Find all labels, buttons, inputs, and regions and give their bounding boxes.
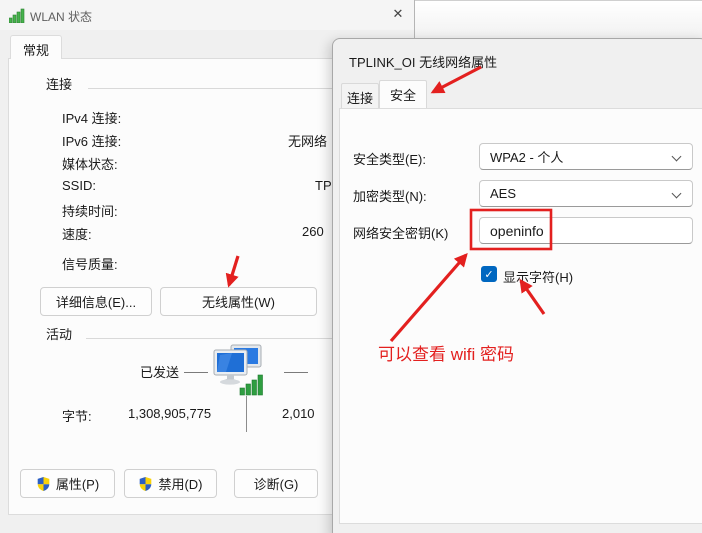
bytes-received-value: 2,010 <box>282 406 315 421</box>
properties-button[interactable]: 属性(P) <box>20 469 115 498</box>
encryption-type-label: 加密类型(N): <box>353 186 427 205</box>
activity-column-divider <box>246 396 247 432</box>
row-media-state-label: 媒体状态: <box>62 154 118 173</box>
background-window <box>415 0 702 40</box>
tab-general[interactable]: 常规 <box>10 35 62 59</box>
row-ipv4-label: IPv4 连接: <box>62 108 121 127</box>
wifi-signal-icon <box>9 8 25 26</box>
row-speed-label: 速度: <box>62 224 92 243</box>
wireless-properties-button[interactable]: 无线属性(W) <box>160 287 317 316</box>
checkmark-icon: ✓ <box>484 268 493 281</box>
show-characters-checkbox[interactable]: ✓ <box>481 266 497 282</box>
close-icon[interactable]: ✕ <box>382 2 414 26</box>
sent-label: 已发送 <box>140 362 179 381</box>
properties-button-label: 属性(P) <box>56 474 99 493</box>
row-duration-label: 持续时间: <box>62 201 118 220</box>
network-computers-icon <box>206 344 266 401</box>
security-type-select[interactable]: WPA2 - 个人 <box>479 143 693 170</box>
network-key-input[interactable] <box>479 217 693 244</box>
sent-dash-left <box>184 372 208 373</box>
disable-button-label: 禁用(D) <box>158 474 202 493</box>
security-tab-panel <box>339 108 702 524</box>
wireless-properties-dialog: TPLINK_OI 无线网络属性 连接 安全 安全类型(E): WPA2 - 个… <box>332 38 702 533</box>
security-type-value: WPA2 - 个人 <box>490 147 563 166</box>
row-signal-quality-label: 信号质量: <box>62 254 118 273</box>
encryption-type-select[interactable]: AES <box>479 180 693 207</box>
tab-connection[interactable]: 连接 <box>341 83 379 108</box>
group-activity-label: 活动 <box>46 324 72 343</box>
group-connection-label: 连接 <box>46 74 72 93</box>
wlan-titlebar[interactable]: WLAN 状态 ✕ <box>0 0 414 30</box>
received-dash-left <box>284 372 308 373</box>
details-button[interactable]: 详细信息(E)... <box>40 287 152 316</box>
network-key-label: 网络安全密钥(K) <box>353 223 448 242</box>
chevron-down-icon <box>672 189 682 199</box>
bytes-sent-value: 1,308,905,775 <box>128 406 211 421</box>
uac-shield-icon <box>138 476 153 492</box>
uac-shield-icon <box>36 476 51 492</box>
row-ssid-label: SSID: <box>62 178 96 193</box>
chevron-down-icon <box>672 152 682 162</box>
tab-security[interactable]: 安全 <box>379 80 427 108</box>
row-ipv6-label: IPv6 连接: <box>62 131 121 150</box>
row-speed-value: 260 <box>302 224 324 239</box>
row-ssid-value: TP <box>315 178 332 193</box>
security-type-label: 安全类型(E): <box>353 149 426 168</box>
wlan-dialog-title: WLAN 状态 <box>30 8 92 25</box>
encryption-type-value: AES <box>490 186 516 201</box>
bytes-label: 字节: <box>62 406 92 425</box>
row-ipv6-value: 无网络 <box>288 131 327 150</box>
show-characters-label[interactable]: 显示字符(H) <box>503 267 573 286</box>
diagnose-button[interactable]: 诊断(G) <box>234 469 318 498</box>
disable-button[interactable]: 禁用(D) <box>124 469 217 498</box>
wireless-dialog-title: TPLINK_OI 无线网络属性 <box>349 52 497 71</box>
